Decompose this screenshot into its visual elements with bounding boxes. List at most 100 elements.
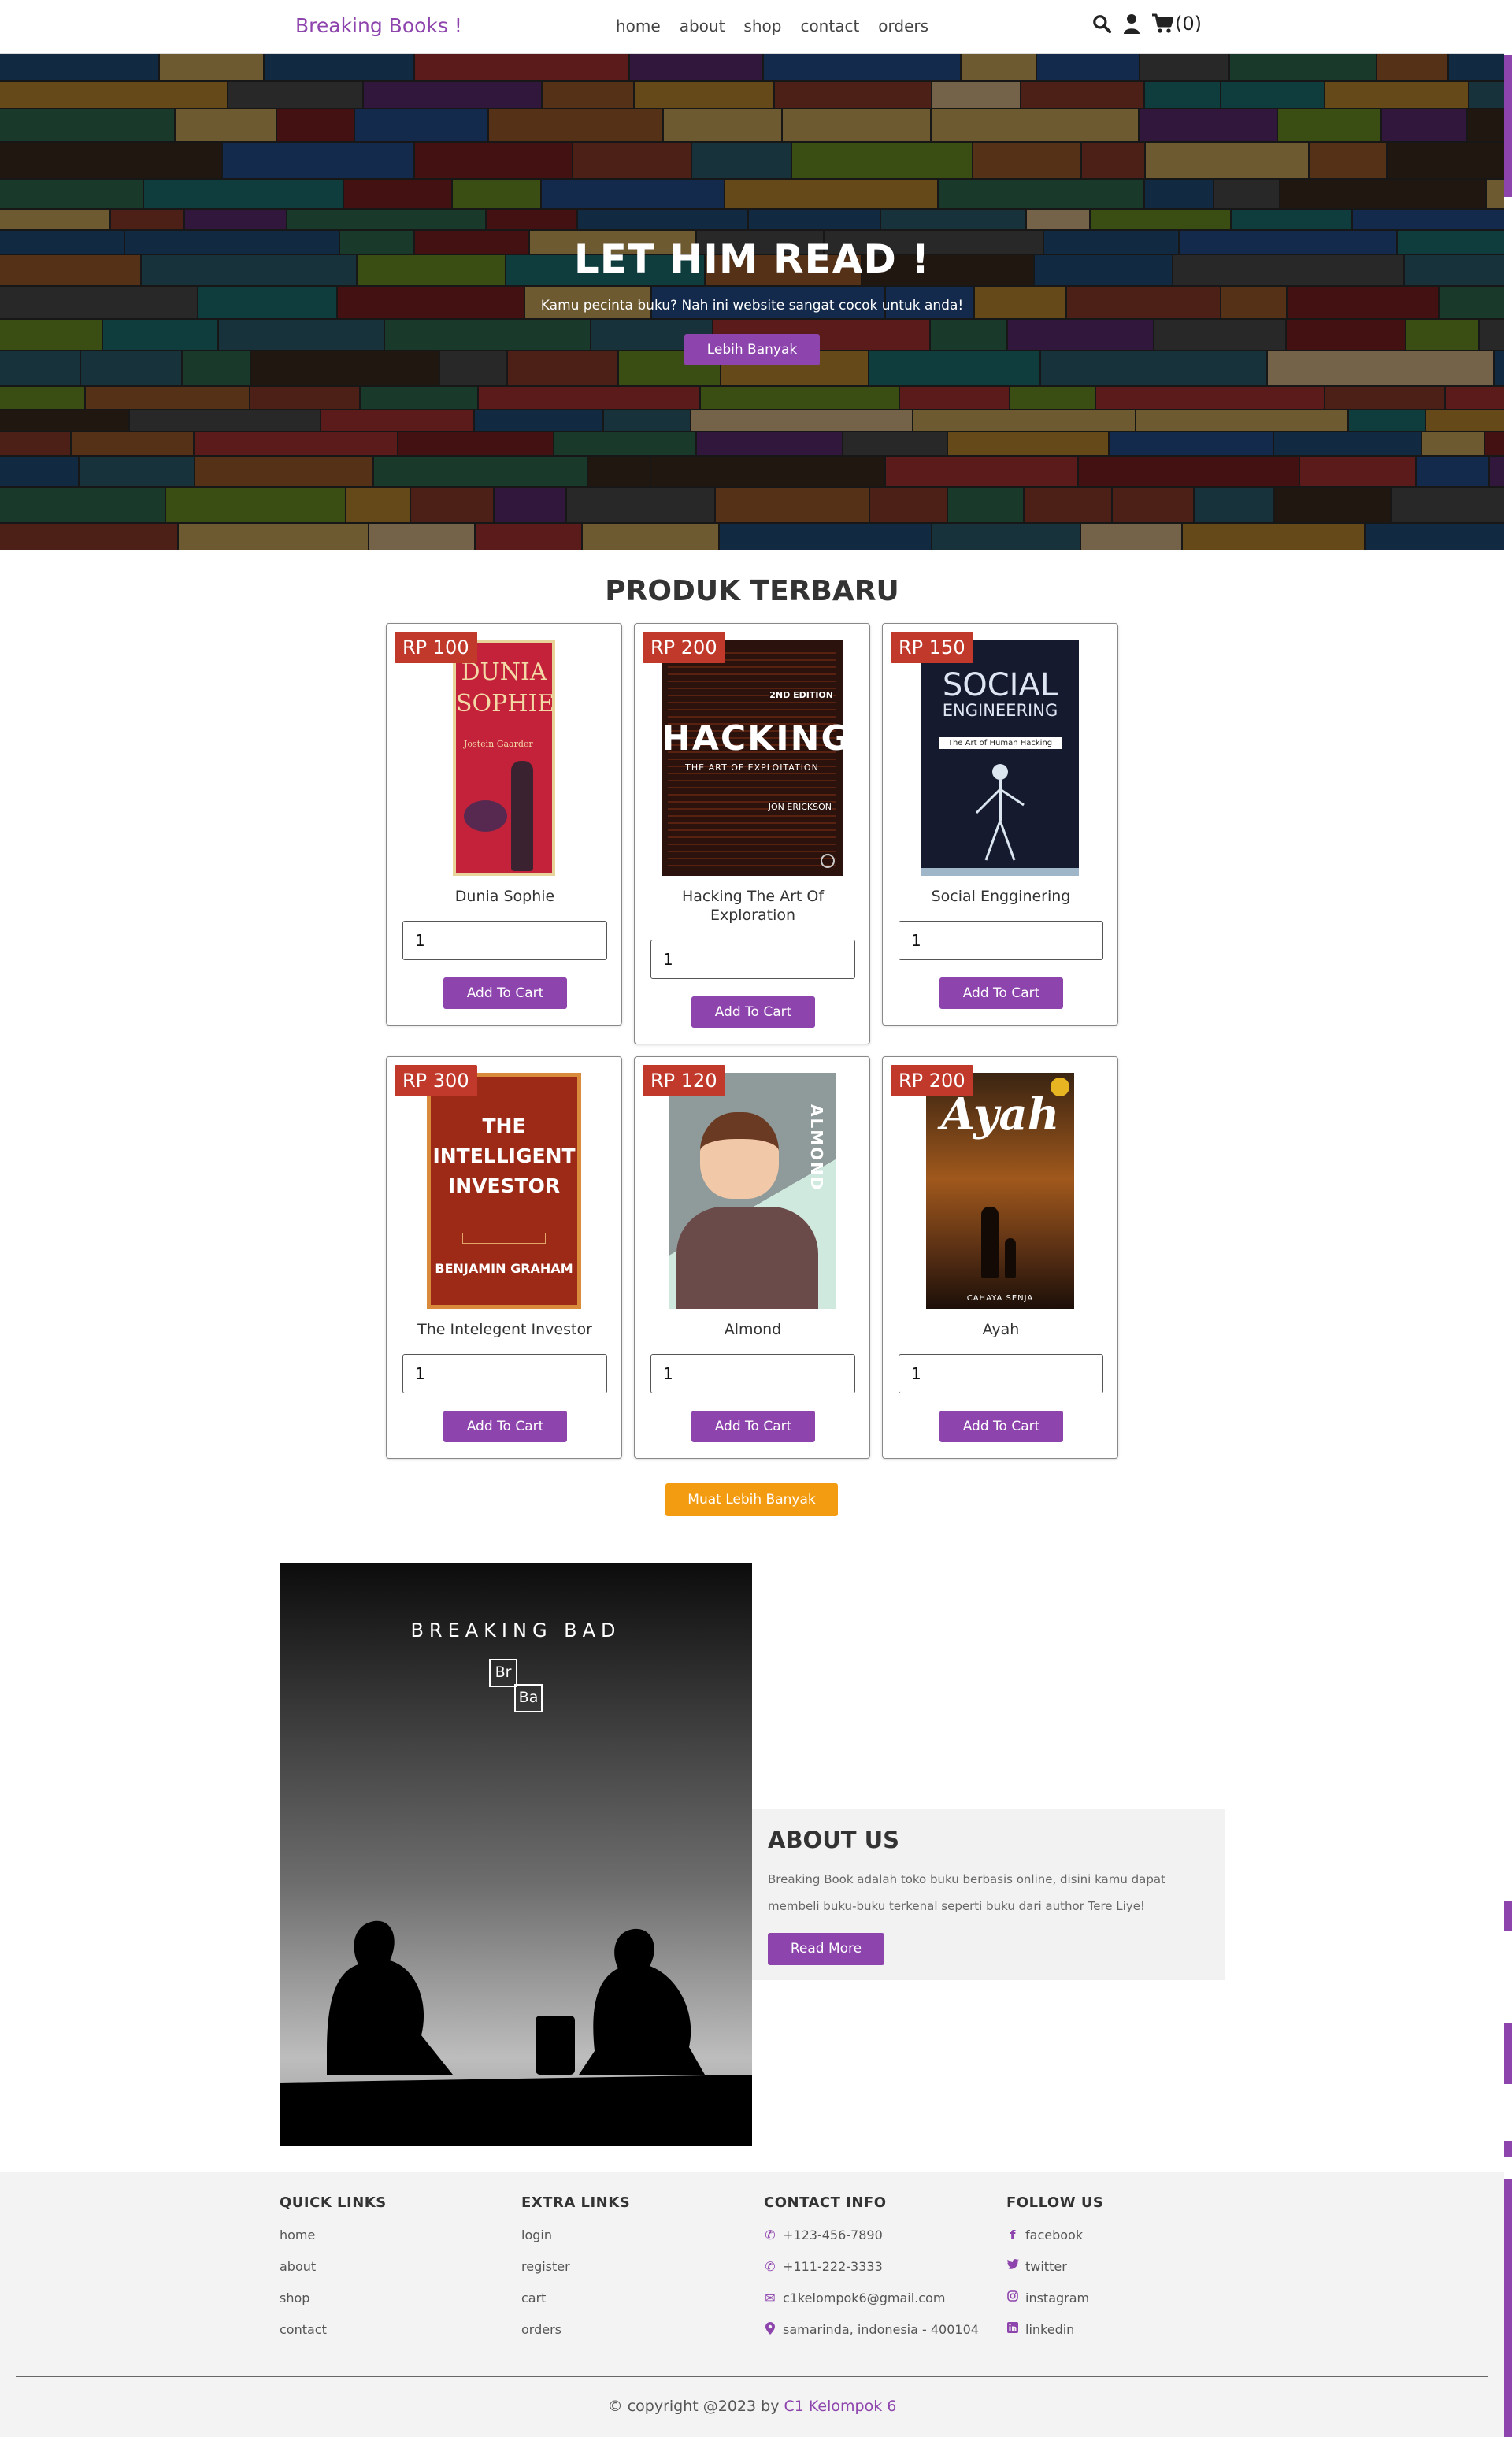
footer-link-register[interactable]: register — [521, 2259, 630, 2290]
cover-subtitle: The Art of Human Hacking — [939, 737, 1062, 749]
footer-divider — [16, 2376, 1488, 2377]
product-card: RP 200 Ayah CAHAYA SENJA Ayah 1 Add To C… — [882, 1056, 1118, 1459]
price-badge: RP 120 — [643, 1065, 725, 1096]
quantity-input[interactable]: 1 — [402, 921, 607, 960]
footer-heading: QUICK LINKS — [280, 2194, 387, 2211]
book-cover-image[interactable]: SOCIAL ENGINEERING The Art of Human Hack… — [921, 640, 1079, 876]
footer-link-cart[interactable]: cart — [521, 2290, 630, 2322]
contact-phone-1[interactable]: ✆ +123-456-7890 — [764, 2227, 979, 2259]
site-header: Breaking Books ! home about shop contact… — [0, 0, 1504, 54]
nav-about[interactable]: about — [680, 17, 725, 35]
cover-edition-box — [462, 1233, 546, 1244]
footer-heading: FOLLOW US — [1006, 2194, 1104, 2211]
contact-address[interactable]: samarinda, indonesia - 400104 — [764, 2322, 979, 2354]
quantity-input[interactable]: 1 — [650, 1354, 855, 1393]
hero-more-button[interactable]: Lebih Banyak — [684, 334, 820, 365]
poster-element-br: Br — [495, 1664, 512, 1681]
instagram-icon — [1006, 2290, 1019, 2302]
cover-face — [700, 1112, 779, 1199]
user-icon[interactable] — [1123, 13, 1140, 34]
social-label: linkedin — [1025, 2322, 1075, 2337]
copyright-author-link[interactable]: C1 Kelompok 6 — [784, 2398, 897, 2415]
cover-author: CAHAYA SENJA — [966, 1294, 1034, 1303]
nav-orders[interactable]: orders — [878, 17, 928, 35]
cover-title: HACKING — [662, 718, 843, 759]
facebook-icon: f — [1010, 2227, 1016, 2242]
social-label: twitter — [1025, 2259, 1067, 2274]
quantity-input[interactable]: 1 — [650, 940, 855, 979]
search-icon[interactable] — [1091, 13, 1112, 34]
cover-title: THE INTELLIGENT INVESTOR — [432, 1115, 576, 1197]
add-to-cart-button[interactable]: Add To Cart — [939, 1411, 1063, 1442]
read-more-button[interactable]: Read More — [768, 1933, 884, 1965]
product-card: RP 200 2ND EDITION HACKING THE ART OF EX… — [634, 623, 870, 1044]
cover-subtitle: THE ART OF EXPLOITATION — [685, 762, 819, 773]
cover-title: SOCIAL — [942, 667, 1058, 703]
cover-author: Jostein Gaarder — [464, 739, 533, 749]
nav-shop[interactable]: shop — [743, 17, 781, 35]
cover-strip — [921, 868, 1079, 876]
footer-link-login[interactable]: login — [521, 2227, 630, 2259]
hero-title: LET HIM READ ! — [573, 236, 931, 282]
product-name: Almond — [724, 1321, 782, 1338]
book-cover-image[interactable]: Ayah CAHAYA SENJA — [926, 1073, 1074, 1309]
site-logo[interactable]: Breaking Books ! — [295, 14, 462, 37]
footer-link-shop[interactable]: shop — [280, 2290, 387, 2322]
footer-link-home[interactable]: home — [280, 2227, 387, 2259]
product-card: RP 120 ALMOND Almond 1 Add To Cart — [634, 1056, 870, 1459]
scroll-marker — [1504, 1901, 1512, 1931]
cover-title-2: ENGINEERING — [942, 701, 1058, 720]
contact-phone-2[interactable]: ✆ +111-222-3333 — [764, 2259, 979, 2290]
map-marker-icon — [764, 2322, 776, 2335]
cover-shape — [464, 800, 507, 832]
products-section-title: PRODUK TERBARU — [605, 575, 899, 607]
footer-contact-info: CONTACT INFO ✆ +123-456-7890 ✆ +111-222-33… — [764, 2194, 979, 2354]
quantity-input[interactable]: 1 — [899, 921, 1103, 960]
envelope-icon: ✉ — [765, 2290, 776, 2305]
poster-title: BREAKING BAD — [410, 1619, 621, 1641]
main-nav: home about shop contact orders — [616, 17, 928, 35]
cover-edition: 2ND EDITION — [769, 690, 833, 700]
contact-email[interactable]: ✉ c1kelompok6@gmail.com — [764, 2290, 979, 2322]
add-to-cart-button[interactable]: Add To Cart — [443, 1411, 567, 1442]
social-linkedin[interactable]: linkedin — [1006, 2322, 1103, 2354]
social-facebook[interactable]: f facebook — [1006, 2227, 1103, 2259]
footer-link-about[interactable]: about — [280, 2259, 387, 2290]
quantity-input[interactable]: 1 — [899, 1354, 1103, 1393]
load-more-button[interactable]: Muat Lebih Banyak — [665, 1483, 838, 1516]
footer-link-contact[interactable]: contact — [280, 2322, 387, 2354]
scroll-marker — [1504, 2179, 1512, 2437]
quantity-input[interactable]: 1 — [402, 1354, 607, 1393]
book-cover-image[interactable]: 2ND EDITION HACKING THE ART OF EXPLOITAT… — [662, 640, 843, 876]
social-instagram[interactable]: instagram — [1006, 2290, 1103, 2322]
publisher-logo-icon — [821, 854, 835, 868]
price-badge: RP 100 — [395, 632, 477, 663]
skeleton-illustration — [975, 764, 1025, 861]
nav-home[interactable]: home — [616, 17, 661, 35]
twitter-icon — [1006, 2259, 1019, 2269]
price-badge: RP 300 — [395, 1065, 477, 1096]
add-to-cart-button[interactable]: Add To Cart — [443, 977, 567, 1009]
price-badge: RP 200 — [891, 1065, 973, 1096]
footer-link-orders[interactable]: orders — [521, 2322, 630, 2354]
add-to-cart-button[interactable]: Add To Cart — [691, 1411, 815, 1442]
cart-link[interactable]: (0) — [1151, 13, 1202, 35]
nav-contact[interactable]: contact — [800, 17, 859, 35]
cover-title: ALMOND — [807, 1104, 826, 1192]
book-cover-image[interactable]: ALMOND — [669, 1073, 836, 1309]
book-cover-image[interactable]: THE INTELLIGENT INVESTOR BENJAMIN GRAHAM — [427, 1073, 581, 1309]
price-badge: RP 200 — [643, 632, 725, 663]
scrollbar-thumb[interactable] — [1504, 55, 1512, 197]
social-twitter[interactable]: twitter — [1006, 2259, 1103, 2290]
book-cover-image[interactable]: DUNIA SOPHIE Jostein Gaarder — [453, 640, 555, 876]
copyright: © copyright @2023 by C1 Kelompok 6 — [0, 2398, 1504, 2415]
scroll-marker — [1504, 2023, 1512, 2084]
about-title: ABOUT US — [768, 1827, 900, 1853]
cover-author: JON ERICKSON — [768, 802, 832, 812]
add-to-cart-button[interactable]: Add To Cart — [691, 996, 815, 1028]
add-to-cart-button[interactable]: Add To Cart — [939, 977, 1063, 1009]
about-text: Breaking Book adalah toko buku berbasis … — [768, 1872, 1166, 1913]
product-name: Dunia Sophie — [454, 888, 555, 905]
contact-text: samarinda, indonesia - 400104 — [783, 2322, 979, 2337]
footer-heading: EXTRA LINKS — [521, 2194, 631, 2211]
